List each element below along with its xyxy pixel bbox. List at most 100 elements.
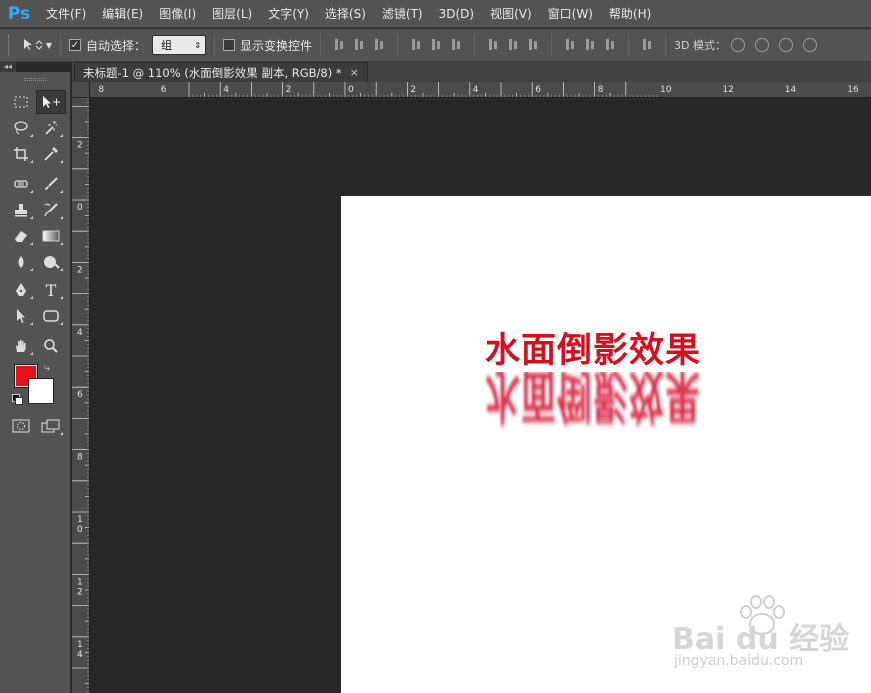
roll-3d-icon[interactable] [755, 38, 769, 52]
path-selection-icon [17, 309, 25, 323]
close-icon[interactable]: × [350, 66, 359, 79]
menu-image[interactable]: 图像(I) [153, 0, 202, 28]
auto-select-checkbox[interactable]: ✓ [69, 39, 81, 51]
v-ruler-label: 0 [77, 203, 83, 213]
v-ruler-label: 2 [77, 265, 83, 275]
distribute-top-icon[interactable] [487, 38, 499, 52]
v-ruler-label: 8 [77, 453, 83, 463]
ruler-origin[interactable] [72, 82, 90, 98]
default-colors-icon[interactable] [12, 394, 23, 405]
magic-wand-tool[interactable] [36, 116, 66, 140]
lasso-icon [14, 121, 28, 135]
background-color-swatch[interactable] [28, 378, 54, 404]
pan-3d-icon[interactable] [779, 38, 793, 52]
auto-select-dropdown[interactable]: 组 ⇕ [152, 35, 207, 55]
show-transform-checkbox[interactable] [223, 39, 236, 51]
auto-select-value: 组 [161, 39, 173, 52]
auto-align-icon[interactable] [641, 38, 653, 52]
orbit-3d-icon[interactable] [731, 38, 745, 52]
h-ruler-label: 4 [473, 85, 479, 95]
baidu-watermark: Bai du 经验 jingyan.baidu.com [672, 595, 862, 680]
horizontal-ruler[interactable]: 8 6 4 2 0 2 4 6 8 10 12 14 16 [90, 82, 871, 98]
screen-mode-button[interactable] [36, 414, 66, 438]
bandage-icon [14, 180, 28, 188]
menu-window[interactable]: 窗口(W) [542, 0, 599, 28]
crop-tool[interactable] [6, 142, 36, 166]
divider [60, 34, 61, 56]
distribute-vcenter-icon[interactable] [507, 38, 519, 52]
v-ruler-label: 2 [77, 141, 83, 151]
watermark-url: jingyan.baidu.com [674, 653, 804, 669]
vertical-ruler[interactable]: 202468101214 [72, 98, 90, 693]
move-tool-preset-picker[interactable]: ▼ [22, 34, 52, 56]
align-bottom-icon[interactable] [373, 38, 385, 52]
swap-colors-icon[interactable]: ⤷ [44, 361, 50, 375]
photoshop-logo: Ps [7, 3, 31, 24]
align-hcenter-icon[interactable] [430, 38, 442, 52]
menu-edit[interactable]: 编辑(E) [96, 0, 149, 28]
shape-tool[interactable] [36, 304, 66, 328]
rounded-rect-icon [43, 310, 59, 322]
pen-icon [16, 283, 26, 296]
type-tool[interactable]: T [36, 278, 66, 302]
menu-filter[interactable]: 滤镜(T) [376, 0, 429, 28]
healing-brush-tool[interactable] [6, 172, 36, 196]
pen-tool[interactable] [6, 278, 36, 302]
h-ruler-label: 2 [286, 85, 292, 95]
gradient-tool[interactable] [36, 224, 66, 248]
menu-help[interactable]: 帮助(H) [603, 0, 657, 28]
distribute-bottom-icon[interactable] [527, 38, 539, 52]
menu-select[interactable]: 选择(S) [319, 0, 372, 28]
chevron-down-icon: ▼ [45, 40, 52, 50]
divider [474, 34, 476, 56]
quick-mask-button[interactable] [6, 414, 36, 438]
panel-collapse-button[interactable]: ◂◂ [0, 62, 16, 72]
eraser-tool[interactable] [6, 224, 36, 248]
dodge-tool[interactable] [36, 250, 66, 274]
type-tool-icon: T [45, 280, 57, 300]
distribute-hcenter-icon[interactable] [584, 38, 596, 52]
hand-tool[interactable] [6, 334, 36, 358]
stamp-icon [15, 204, 27, 217]
slide-3d-icon[interactable] [803, 38, 817, 52]
v-ruler-label: 4 [77, 650, 83, 660]
options-grip[interactable] [8, 35, 12, 55]
distribute-right-icon[interactable] [604, 38, 616, 52]
divider [551, 34, 553, 56]
divider [320, 34, 322, 56]
brush-tool[interactable] [36, 172, 66, 196]
distribute-left-icon[interactable] [564, 38, 576, 52]
path-selection-tool[interactable] [6, 304, 36, 328]
blur-tool[interactable] [6, 250, 36, 274]
move-tool[interactable] [36, 90, 66, 114]
h-ruler-label: 12 [722, 85, 733, 95]
clone-stamp-tool[interactable] [6, 198, 36, 222]
options-bar: ▼ ✓ 自动选择： 组 ⇕ 显示变换控件 3D 模式： [0, 29, 871, 62]
h-ruler-label: 8 [98, 85, 104, 95]
h-ruler-label: 4 [223, 85, 229, 95]
zoom-tool[interactable] [36, 334, 66, 358]
document-tab[interactable]: 未标题-1 @ 110% (水面倒影效果 副本, RGB/8) * × [74, 62, 368, 82]
menu-3d[interactable]: 3D(D) [433, 0, 480, 28]
canvas-reflection: 水面倒影效果 [480, 372, 760, 446]
eyedropper-tool[interactable] [36, 142, 66, 166]
align-left-icon[interactable] [410, 38, 422, 52]
eraser-icon [15, 231, 27, 242]
tools-panel: T ⤷ [0, 72, 71, 693]
rect-marquee-tool[interactable] [6, 90, 36, 114]
auto-select-label: 自动选择： [86, 38, 147, 53]
chevron-updown-icon: ⇕ [194, 40, 202, 50]
menu-layer[interactable]: 图层(L) [206, 0, 258, 28]
h-ruler-label: 2 [410, 85, 416, 95]
v-ruler-label: 6 [77, 390, 83, 400]
menu-file[interactable]: 文件(F) [40, 0, 92, 28]
align-right-icon[interactable] [450, 38, 462, 52]
menu-view[interactable]: 视图(V) [484, 0, 538, 28]
rect-marquee-icon [14, 96, 28, 108]
lasso-tool[interactable] [6, 116, 36, 140]
align-top-icon[interactable] [333, 38, 345, 52]
h-ruler-label: 10 [660, 85, 672, 95]
align-vcenter-icon[interactable] [353, 38, 365, 52]
menu-type[interactable]: 文字(Y) [262, 0, 315, 28]
history-brush-tool[interactable] [36, 198, 66, 222]
